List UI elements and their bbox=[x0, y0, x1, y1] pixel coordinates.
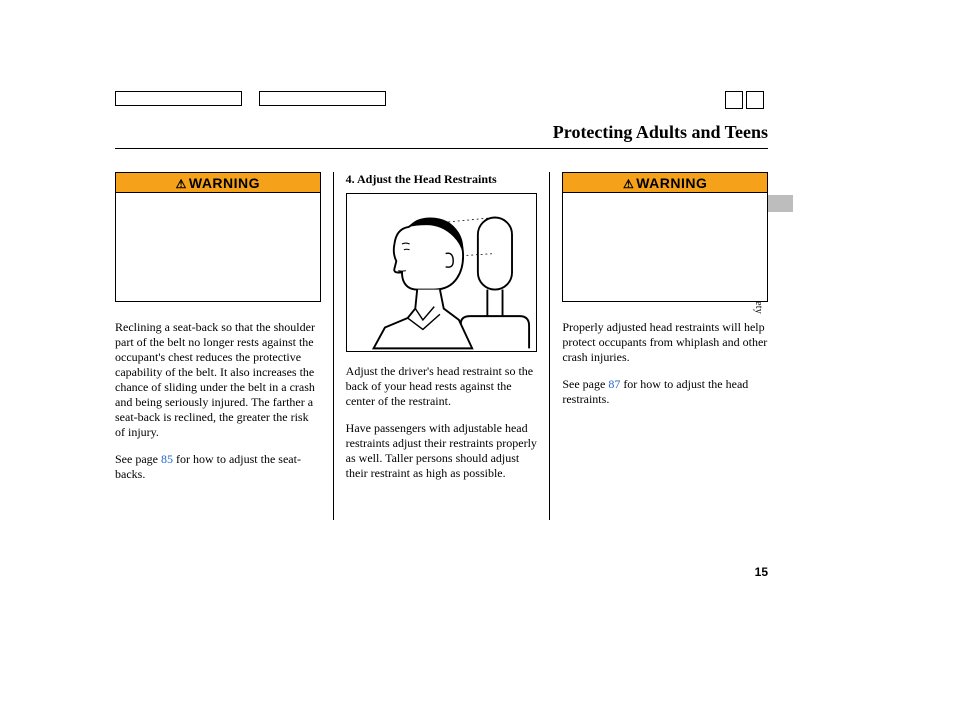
warning-header-right: ⚠WARNING bbox=[563, 173, 767, 193]
crop-mark-square-2 bbox=[746, 91, 764, 109]
page-title: Protecting Adults and Teens bbox=[553, 122, 768, 143]
col3-p2-text-a: See page bbox=[562, 377, 608, 391]
title-rule bbox=[115, 148, 768, 149]
warning-body-left bbox=[116, 193, 320, 301]
warning-label: WARNING bbox=[636, 175, 707, 191]
thumb-tab bbox=[767, 195, 793, 212]
column-1: ⚠WARNING Reclining a seat-back so that t… bbox=[115, 172, 333, 520]
warning-box-right: ⚠WARNING bbox=[562, 172, 768, 302]
warning-triangle-icon: ⚠ bbox=[623, 177, 634, 191]
page-ref-87[interactable]: 87 bbox=[608, 377, 620, 391]
crop-mark-box-1 bbox=[115, 91, 242, 106]
col1-paragraph-1: Reclining a seat-back so that the should… bbox=[115, 320, 321, 440]
column-2: 4. Adjust the Head Restraints bbox=[333, 172, 551, 520]
warning-box-left: ⚠WARNING bbox=[115, 172, 321, 302]
page: Protecting Adults and Teens Driver and P… bbox=[0, 0, 954, 710]
col1-p2-text-a: See page bbox=[115, 452, 161, 466]
headrest-svg-icon bbox=[347, 194, 537, 351]
warning-body-right bbox=[563, 193, 767, 301]
column-3: ⚠WARNING Properly adjusted head restrain… bbox=[550, 172, 768, 520]
head-restraint-illustration bbox=[346, 193, 538, 352]
crop-mark-box-2 bbox=[259, 91, 386, 106]
col2-paragraph-2: Have passengers with adjustable head res… bbox=[346, 421, 538, 481]
col1-paragraph-2: See page 85 for how to adjust the seat-b… bbox=[115, 452, 321, 482]
warning-triangle-icon: ⚠ bbox=[176, 177, 187, 191]
col2-paragraph-1: Adjust the driver's head restraint so th… bbox=[346, 364, 538, 409]
section-heading-4: 4. Adjust the Head Restraints bbox=[346, 172, 538, 187]
col3-paragraph-2: See page 87 for how to adjust the head r… bbox=[562, 377, 768, 407]
warning-header-left: ⚠WARNING bbox=[116, 173, 320, 193]
content-columns: ⚠WARNING Reclining a seat-back so that t… bbox=[115, 172, 768, 520]
col3-paragraph-1: Properly adjusted head restraints will h… bbox=[562, 320, 768, 365]
warning-label: WARNING bbox=[189, 175, 260, 191]
page-number: 15 bbox=[755, 565, 768, 579]
page-ref-85[interactable]: 85 bbox=[161, 452, 173, 466]
crop-mark-square-1 bbox=[725, 91, 743, 109]
